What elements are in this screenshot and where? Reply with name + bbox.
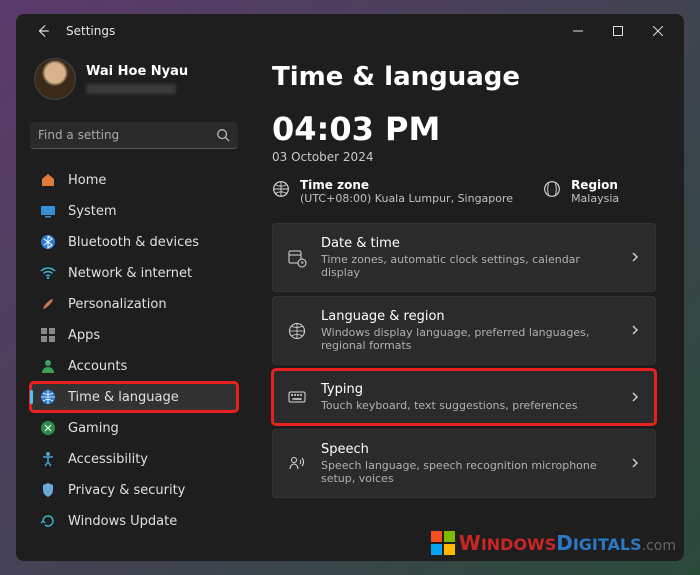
user-name: Wai Hoe Nyau [86, 64, 188, 80]
region-value: Malaysia [571, 192, 619, 205]
language-icon [287, 321, 307, 341]
home-icon [40, 172, 56, 188]
region-icon [543, 180, 561, 198]
gaming-icon [40, 420, 56, 436]
chevron-right-icon [629, 454, 641, 473]
close-button[interactable] [638, 16, 678, 46]
card-language-region[interactable]: Language & region Windows display languag… [272, 296, 656, 365]
titlebar: Settings [16, 14, 684, 48]
card-sub: Windows display language, preferred lang… [321, 326, 615, 352]
card-title: Typing [321, 382, 615, 397]
accessibility-icon [40, 451, 56, 467]
globe-icon [272, 180, 290, 198]
keyboard-icon [287, 387, 307, 407]
sidebar-item-system[interactable]: System [30, 196, 238, 226]
page-title: Time & language [272, 62, 656, 92]
calendar-clock-icon [287, 248, 307, 268]
card-title: Language & region [321, 309, 615, 324]
minimize-button[interactable] [558, 16, 598, 46]
sidebar-item-privacy[interactable]: Privacy & security [30, 475, 238, 505]
sidebar-item-apps[interactable]: Apps [30, 320, 238, 350]
sidebar-item-label: Privacy & security [68, 483, 185, 498]
sidebar-item-label: Home [68, 173, 106, 188]
card-sub: Speech language, speech recognition micr… [321, 459, 615, 485]
region-label: Region [571, 178, 619, 192]
sidebar-item-label: Network & internet [68, 266, 192, 281]
avatar [34, 58, 76, 100]
sidebar-item-bluetooth[interactable]: Bluetooth & devices [30, 227, 238, 257]
sidebar-item-time-language[interactable]: Time & language [30, 382, 238, 412]
search-icon [216, 128, 230, 142]
settings-window: Settings Wai Hoe Nyau Home System [16, 14, 684, 561]
speech-icon [287, 454, 307, 474]
timezone-info[interactable]: Time zone(UTC+08:00) Kuala Lumpur, Singa… [272, 178, 513, 205]
user-email-blurred [86, 84, 176, 94]
profile[interactable]: Wai Hoe Nyau [30, 52, 238, 110]
sidebar-item-update[interactable]: Windows Update [30, 506, 238, 536]
system-icon [40, 203, 56, 219]
main-content: Time & language 04:03 PM 03 October 2024… [248, 48, 684, 561]
bluetooth-icon [40, 234, 56, 250]
sidebar-item-home[interactable]: Home [30, 165, 238, 195]
search-input[interactable] [38, 128, 216, 142]
card-title: Date & time [321, 236, 615, 251]
sidebar-item-label: Accessibility [68, 452, 148, 467]
update-icon [40, 513, 56, 529]
sidebar-item-label: Gaming [68, 421, 119, 436]
sidebar-item-label: Time & language [68, 390, 179, 405]
nav-list: Home System Bluetooth & devices Network … [30, 165, 238, 536]
brush-icon [40, 296, 56, 312]
sidebar-item-accounts[interactable]: Accounts [30, 351, 238, 381]
window-title: Settings [66, 24, 115, 38]
date: 03 October 2024 [272, 150, 656, 164]
watermark: WINDOWSDIGITALS.com [431, 531, 676, 555]
clock: 04:03 PM [272, 110, 656, 148]
card-speech[interactable]: Speech Speech language, speech recognitio… [272, 429, 656, 498]
sidebar-item-label: System [68, 204, 116, 219]
timezone-value: (UTC+08:00) Kuala Lumpur, Singapore [300, 192, 513, 205]
timezone-label: Time zone [300, 178, 513, 192]
apps-icon [40, 327, 56, 343]
search-box[interactable] [30, 122, 238, 149]
windows-logo-icon [431, 531, 455, 555]
sidebar-item-label: Apps [68, 328, 100, 343]
sidebar-item-label: Personalization [68, 297, 167, 312]
sidebar: Wai Hoe Nyau Home System Bluetooth & dev… [16, 48, 248, 561]
sidebar-item-accessibility[interactable]: Accessibility [30, 444, 238, 474]
chevron-right-icon [629, 388, 641, 407]
card-title: Speech [321, 442, 615, 457]
person-icon [40, 358, 56, 374]
shield-icon [40, 482, 56, 498]
sidebar-item-label: Windows Update [68, 514, 177, 529]
sidebar-item-gaming[interactable]: Gaming [30, 413, 238, 443]
sidebar-item-network[interactable]: Network & internet [30, 258, 238, 288]
wifi-icon [40, 265, 56, 281]
card-typing[interactable]: Typing Touch keyboard, text suggestions, … [272, 369, 656, 425]
chevron-right-icon [629, 321, 641, 340]
card-sub: Time zones, automatic clock settings, ca… [321, 253, 615, 279]
sidebar-item-label: Accounts [68, 359, 127, 374]
sidebar-item-personalization[interactable]: Personalization [30, 289, 238, 319]
card-sub: Touch keyboard, text suggestions, prefer… [321, 399, 615, 412]
region-info[interactable]: RegionMalaysia [543, 178, 619, 205]
globe-clock-icon [40, 389, 56, 405]
chevron-right-icon [629, 248, 641, 267]
back-button[interactable] [30, 18, 56, 44]
maximize-button[interactable] [598, 16, 638, 46]
sidebar-item-label: Bluetooth & devices [68, 235, 199, 250]
card-date-time[interactable]: Date & time Time zones, automatic clock s… [272, 223, 656, 292]
